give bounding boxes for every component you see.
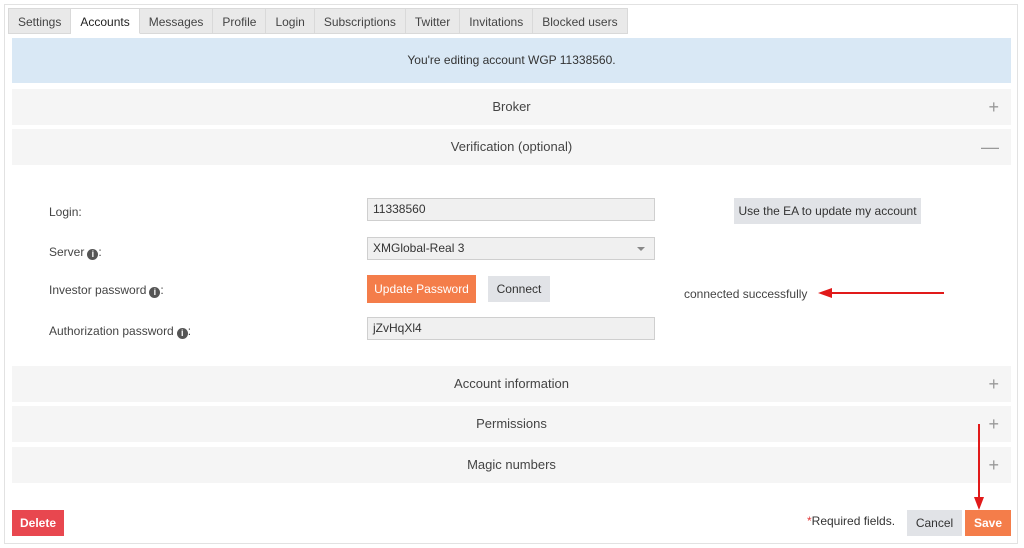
expand-icon[interactable]: +: [988, 89, 999, 125]
section-permissions-title: Permissions: [476, 416, 547, 431]
server-label-text: Server: [49, 245, 85, 259]
section-verification-title: Verification (optional): [450, 139, 573, 154]
tab-messages[interactable]: Messages: [139, 8, 214, 34]
tab-twitter[interactable]: Twitter: [405, 8, 461, 34]
investor-password-label-suffix: :: [160, 283, 164, 297]
section-magic-numbers[interactable]: Magic numbers +: [12, 447, 1011, 483]
section-verification[interactable]: Verification (optional) —: [12, 129, 1011, 165]
tab-invitations[interactable]: Invitations: [460, 8, 534, 34]
investor-password-label-text: Investor password: [49, 283, 147, 297]
investor-password-label: Investor password i:: [49, 283, 164, 298]
authorization-password-label-text: Authorization password: [49, 324, 174, 338]
chevron-down-icon: [637, 247, 645, 251]
tab-profile[interactable]: Profile: [213, 8, 267, 34]
required-fields-text: Required fields.: [811, 514, 896, 528]
section-account-information[interactable]: Account information +: [12, 366, 1011, 402]
tab-bar: Settings Accounts Messages Profile Login…: [8, 8, 628, 34]
expand-icon[interactable]: +: [988, 406, 999, 442]
login-label: Login:: [49, 205, 82, 219]
delete-button[interactable]: Delete: [12, 510, 64, 536]
save-button[interactable]: Save: [965, 510, 1011, 536]
login-field[interactable]: 11338560: [367, 198, 655, 221]
section-permissions[interactable]: Permissions +: [12, 406, 1011, 442]
expand-icon[interactable]: +: [988, 447, 999, 483]
connection-status: connected successfully: [684, 287, 808, 301]
info-icon: i: [149, 287, 161, 298]
server-select[interactable]: XMGlobal-Real 3: [367, 237, 655, 260]
editing-notice: You're editing account WGP 11338560.: [12, 38, 1011, 83]
expand-icon[interactable]: +: [988, 366, 999, 402]
section-magic-numbers-title: Magic numbers: [467, 457, 556, 472]
section-broker[interactable]: Broker +: [12, 89, 1011, 125]
cancel-button[interactable]: Cancel: [907, 510, 962, 536]
update-password-button[interactable]: Update Password: [367, 275, 476, 303]
section-broker-title: Broker: [492, 99, 531, 114]
tab-login[interactable]: Login: [266, 8, 315, 34]
tab-settings[interactable]: Settings: [8, 8, 72, 34]
authorization-password-label: Authorization password i:: [49, 324, 191, 339]
authorization-password-label-suffix: :: [187, 324, 192, 338]
server-select-value: XMGlobal-Real 3: [373, 241, 465, 255]
info-icon: i: [87, 249, 99, 260]
section-account-information-title: Account information: [454, 376, 569, 391]
authorization-password-field[interactable]: jZvHqXl4: [367, 317, 655, 340]
use-ea-button[interactable]: Use the EA to update my account: [734, 198, 921, 224]
tab-accounts[interactable]: Accounts: [71, 8, 140, 34]
tab-blocked-users[interactable]: Blocked users: [533, 8, 628, 34]
info-icon: i: [176, 328, 188, 339]
server-label-suffix: :: [98, 245, 102, 259]
connect-button[interactable]: Connect: [488, 276, 550, 302]
collapse-icon[interactable]: —: [981, 129, 999, 165]
server-label: Server i:: [49, 245, 102, 260]
tab-subscriptions[interactable]: Subscriptions: [314, 8, 406, 34]
required-fields-note: *Required fields.: [807, 514, 895, 528]
